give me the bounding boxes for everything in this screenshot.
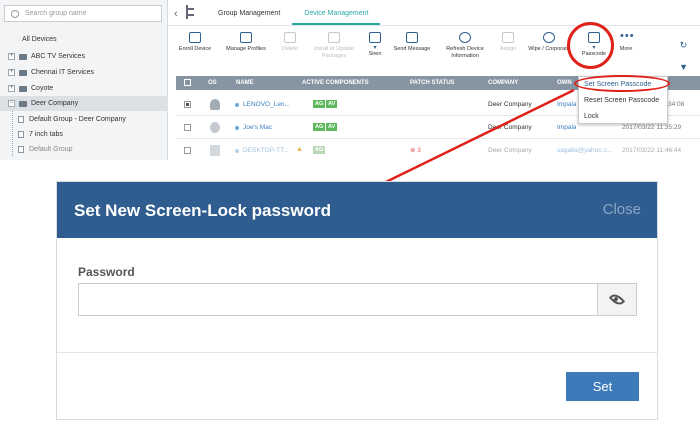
password-input[interactable] [79,284,594,315]
modal-divider [57,352,657,353]
set-screen-lock-modal: Set New Screen-Lock password Close Passw… [56,181,658,420]
show-password-button[interactable] [597,284,636,315]
password-label: Password [78,265,135,279]
set-button[interactable]: Set [566,372,639,401]
password-field[interactable] [78,283,637,316]
modal-header: Set New Screen-Lock password Close [57,182,657,238]
modal-title: Set New Screen-Lock password [74,201,331,220]
close-button[interactable]: Close [603,201,641,218]
eye-icon [608,291,626,308]
